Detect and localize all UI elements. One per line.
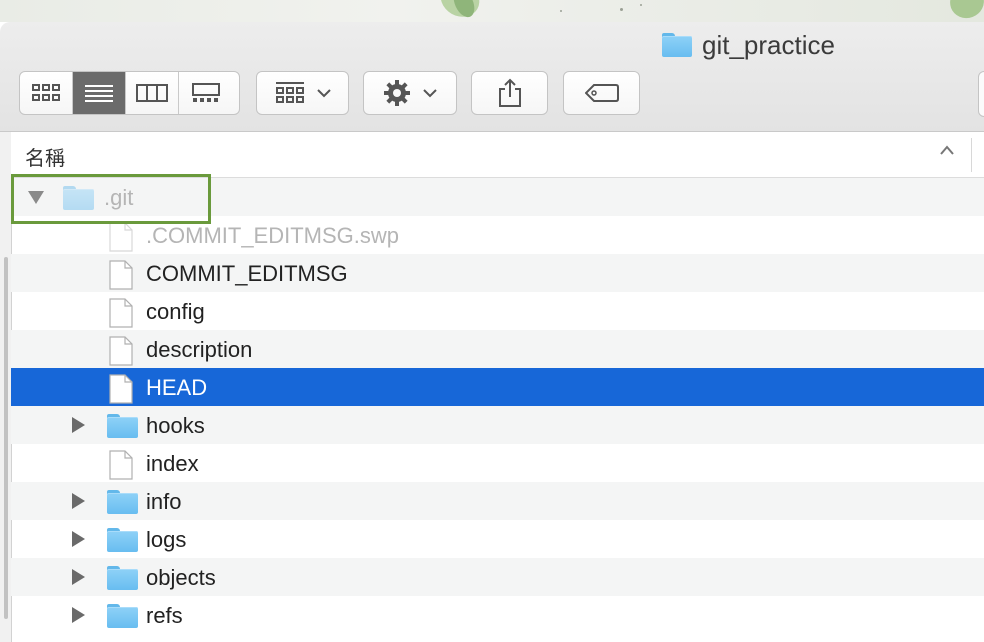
scrollbar-thumb[interactable] (4, 257, 8, 619)
list-item[interactable]: index (11, 444, 984, 482)
document-icon (109, 260, 133, 296)
folder-icon (107, 528, 138, 552)
list-item[interactable]: logs (11, 520, 984, 558)
document-icon (109, 336, 133, 372)
file-list: .git .COMMIT_EDITMSG.swp COMMIT_EDITMSG con… (11, 178, 984, 634)
list-item[interactable]: description (11, 330, 984, 368)
window-title: git_practice (662, 30, 835, 60)
tag-button[interactable] (563, 71, 640, 115)
share-button[interactable] (471, 71, 548, 115)
disclosure-triangle-collapsed-icon[interactable] (69, 492, 87, 510)
icon-view-button[interactable] (20, 72, 73, 114)
gear-icon (384, 80, 410, 106)
list-item-label: logs (146, 527, 187, 552)
folder-icon (107, 566, 138, 590)
list-item[interactable]: config (11, 292, 984, 330)
chevron-up-icon[interactable] (939, 144, 955, 156)
disclosure-triangle-collapsed-icon[interactable] (69, 606, 87, 624)
column-divider[interactable] (971, 138, 972, 172)
list-item[interactable]: hooks (11, 406, 984, 444)
search-field-edge[interactable] (978, 71, 984, 117)
document-icon (109, 298, 133, 334)
list-item-label: description (146, 337, 253, 362)
folder-icon (107, 604, 138, 628)
list-item-label: index (146, 451, 199, 476)
list-item[interactable]: HEAD (11, 368, 984, 406)
list-item-label: COMMIT_EDITMSG (146, 261, 348, 286)
folder-icon (107, 414, 138, 438)
list-item-label: hooks (146, 413, 205, 438)
columns-icon (136, 84, 168, 102)
chevron-down-icon (423, 89, 437, 98)
desktop-wallpaper (0, 0, 984, 22)
group-by-button[interactable] (256, 71, 349, 115)
action-menu-button[interactable] (363, 71, 457, 115)
disclosure-triangle-collapsed-icon[interactable] (69, 530, 87, 548)
list-item[interactable]: COMMIT_EDITMSG (11, 254, 984, 292)
finder-window: git_practice 名稱 .git .COMMIT_EDITMSG.swp… (0, 22, 984, 642)
gallery-view-button[interactable] (179, 72, 232, 114)
disclosure-triangle-collapsed-icon[interactable] (69, 568, 87, 586)
list-item-label: config (146, 299, 205, 324)
list-view-button[interactable] (73, 72, 126, 114)
annotation-highlight (11, 174, 211, 224)
list-item-label: HEAD (146, 375, 208, 400)
chevron-down-icon (316, 89, 331, 98)
window-title-label: git_practice (702, 29, 835, 60)
grid-icon (32, 84, 60, 101)
toolbar: git_practice (0, 22, 984, 132)
tag-icon (584, 84, 619, 102)
list-icon (85, 85, 113, 102)
document-icon (109, 374, 133, 410)
folder-icon (107, 490, 138, 514)
disclosure-triangle-collapsed-icon[interactable] (69, 416, 87, 434)
list-item-label: .COMMIT_EDITMSG.swp (146, 223, 400, 248)
name-column-header[interactable]: 名稱 (25, 142, 65, 171)
list-item-label: info (146, 489, 182, 514)
document-icon (109, 450, 133, 486)
list-item-label: refs (146, 603, 183, 628)
column-view-button[interactable] (126, 72, 179, 114)
gallery-icon (191, 83, 220, 102)
folder-icon (662, 33, 692, 57)
list-item[interactable]: objects (11, 558, 984, 596)
list-item-label: objects (146, 565, 216, 590)
column-header[interactable]: 名稱 (11, 132, 984, 178)
list-item[interactable]: info (11, 482, 984, 520)
document-icon (109, 222, 133, 258)
share-icon (498, 78, 521, 107)
view-mode-control (19, 71, 240, 115)
list-item[interactable]: refs (11, 596, 984, 634)
group-grid-icon (275, 82, 304, 103)
